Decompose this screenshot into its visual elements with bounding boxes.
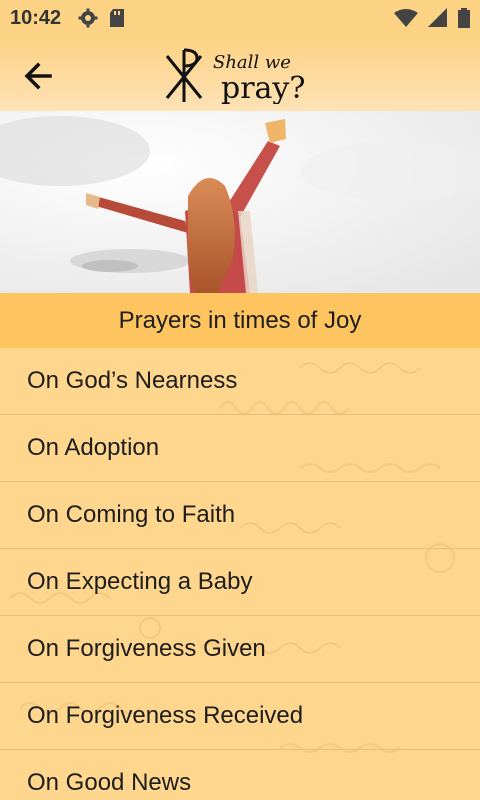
list-item-label: On God’s Nearness (27, 367, 238, 394)
logo-line2: pray? (221, 71, 305, 104)
list-item-label: On Forgiveness Given (27, 635, 266, 662)
list-item-label: On Expecting a Baby (27, 568, 253, 595)
list-item-label: On Forgiveness Received (27, 702, 304, 729)
chi-rho-icon (165, 48, 203, 102)
wifi-icon (394, 9, 418, 27)
gear-icon (78, 8, 98, 28)
back-arrow-icon (24, 62, 52, 90)
list-item-coming-to-faith[interactable]: On Coming to Faith (0, 482, 480, 549)
battery-icon (458, 8, 470, 28)
list-item-good-news[interactable]: On Good News (0, 750, 480, 800)
app-logo: Shall we pray? (163, 46, 313, 106)
prayer-list: On God’s Nearness On Adoption On Coming … (0, 348, 480, 800)
list-item-expecting-a-baby[interactable]: On Expecting a Baby (0, 549, 480, 616)
list-item-label: On Coming to Faith (27, 501, 236, 528)
status-bar: 10:42 (0, 0, 480, 36)
back-button[interactable] (20, 56, 60, 96)
hero-image (0, 111, 480, 293)
list-item-label: On Adoption (27, 434, 160, 461)
sd-card-icon (110, 9, 124, 27)
signal-icon (428, 8, 447, 27)
app-bar: Shall we pray? (0, 36, 480, 111)
logo-line1: Shall we (213, 52, 291, 73)
list-item-label: On Good News (27, 769, 192, 796)
section-header: Prayers in times of Joy (0, 293, 480, 348)
list-item-adoption[interactable]: On Adoption (0, 415, 480, 482)
list-item-gods-nearness[interactable]: On God’s Nearness (0, 348, 480, 415)
status-time: 10:42 (10, 7, 62, 29)
list-item-forgiveness-received[interactable]: On Forgiveness Received (0, 683, 480, 750)
list-item-forgiveness-given[interactable]: On Forgiveness Given (0, 616, 480, 683)
section-title: Prayers in times of Joy (118, 306, 362, 334)
